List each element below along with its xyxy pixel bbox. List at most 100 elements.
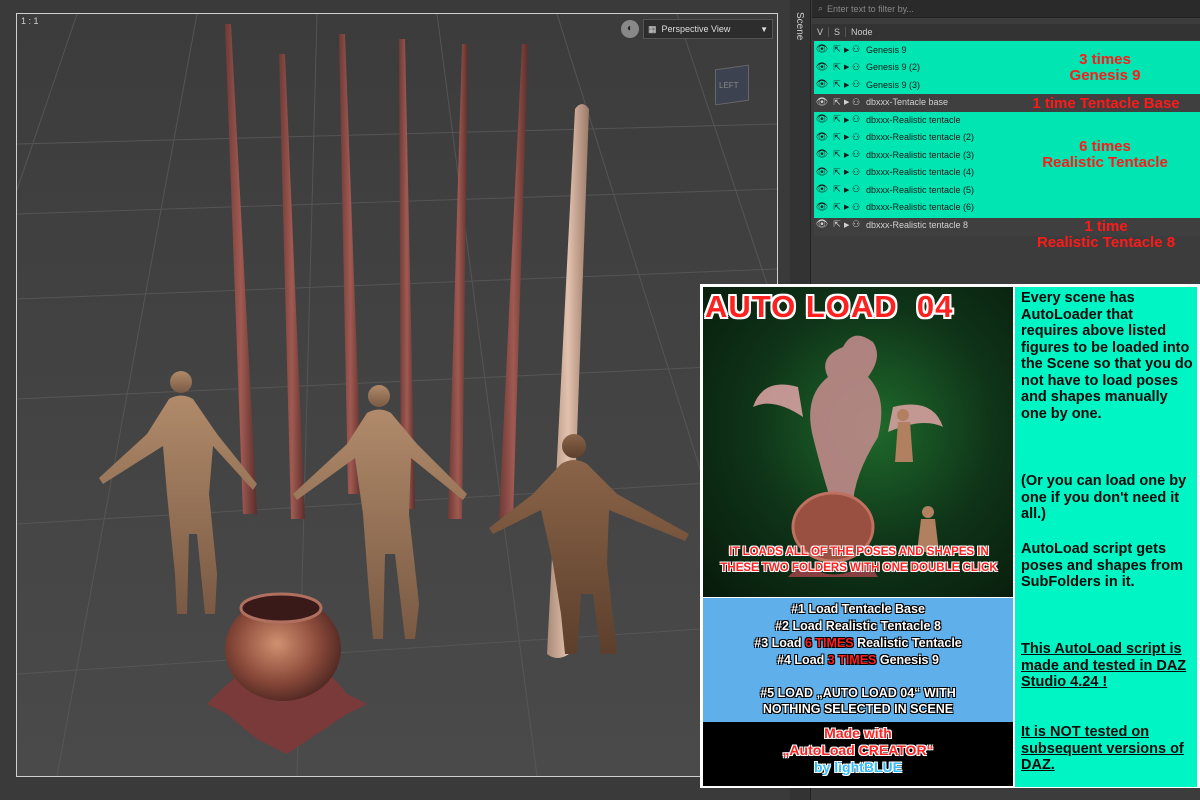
desc-paragraph-2: (Or you can load one by one if you don't… (1021, 473, 1187, 522)
camera-options-icon[interactable]: ◐ (621, 20, 639, 38)
expand-icon[interactable]: ▶ (844, 81, 852, 89)
pointer-icon[interactable]: ⇱ (830, 149, 844, 160)
figure-icon: ⚇ (852, 149, 861, 160)
made-with-product: „AutoLoad CREATOR“ (782, 742, 934, 758)
eye-icon[interactable]: 👁 (814, 184, 830, 195)
expand-icon[interactable]: ▶ (844, 63, 852, 71)
desc-paragraph-3: AutoLoad script gets poses and shapes fr… (1021, 541, 1183, 590)
step-5-line1: #5 LOAD „AUTO LOAD 04“ WITH (760, 686, 956, 700)
figure-icon: ⚇ (852, 184, 861, 195)
expand-icon[interactable]: ▶ (844, 203, 852, 211)
pointer-icon[interactable]: ⇱ (830, 114, 844, 125)
eye-icon[interactable]: 👁 (814, 219, 830, 230)
column-visible[interactable]: V (812, 27, 830, 37)
expand-icon[interactable]: ▶ (844, 98, 852, 106)
eye-icon[interactable]: 👁 (814, 44, 830, 55)
column-node[interactable]: Node (846, 27, 878, 37)
step-5-line2: NOTHING SELECTED IN SCENE (762, 702, 954, 716)
scene-node-label: dbxxx-Realistic tentacle (3) (866, 149, 975, 160)
genesis-figure-3 (489, 434, 689, 654)
annotation-base: 1 time Tentacle Base (1032, 95, 1180, 112)
figure-icon: ⚇ (852, 219, 861, 230)
viewport-ratio: 1 : 1 (21, 16, 39, 26)
filter-field[interactable]: ⌕ Enter text to filter by... (812, 0, 1200, 18)
scene-node-label: dbxxx-Realistic tentacle (5) (866, 184, 975, 195)
pointer-icon[interactable]: ⇱ (830, 62, 844, 73)
scene-node-label: dbxxx-Tentacle base (866, 97, 949, 108)
scene-node-label: dbxxx-Realistic tentacle (866, 114, 961, 125)
eye-icon[interactable]: 👁 (814, 202, 830, 213)
made-with: Made with (824, 725, 892, 741)
expand-icon[interactable]: ▶ (844, 46, 852, 54)
pointer-icon[interactable]: ⇱ (830, 44, 844, 55)
poster-description: Every scene has AutoLoader that requires… (1015, 287, 1197, 787)
scene-node-label: Genesis 9 (2) (866, 62, 921, 73)
viewport-navigation-tools: ↻ ✥ ⌕ ⛶ ⬆ (775, 44, 777, 148)
expand-icon[interactable]: ▶ (844, 168, 852, 176)
desc-paragraph-1: Every scene has AutoLoader that requires… (1021, 290, 1193, 422)
reset-view-icon[interactable]: ⬆ (775, 132, 777, 148)
view-selector-label: Perspective View (661, 24, 731, 34)
annotation-tentacle: 6 times Realistic Tentacle (1042, 138, 1168, 171)
pointer-icon[interactable]: ⇱ (830, 219, 844, 230)
poster-title: AUTO LOAD 04 (705, 289, 954, 324)
scene-node-label: dbxxx-Realistic tentacle (6) (866, 202, 975, 213)
step-4: #4 Load 3 TIMES Genesis 9 (777, 653, 939, 667)
viewport-toolbar: ◐ ▦ Perspective View ▼ (621, 18, 773, 40)
expand-icon[interactable]: ▶ (844, 186, 852, 194)
scene-node-label: Genesis 9 (3) (866, 79, 921, 90)
expand-icon[interactable]: ▶ (844, 221, 852, 229)
filter-input[interactable]: Enter text to filter by... (827, 4, 914, 14)
chevron-down-icon: ▼ (760, 24, 768, 34)
genesis-figure-2 (293, 385, 467, 639)
eye-icon[interactable]: 👁 (814, 62, 830, 73)
figure-icon: ⚇ (852, 44, 861, 55)
view-icon: ▦ (648, 23, 657, 34)
scene-node[interactable]: 👁 ⇱ ▶ ⚇ dbxxx-Realistic tentacle (6) (814, 199, 1200, 217)
step-2: #2 Load Realistic Tentacle 8 (775, 619, 941, 633)
eye-icon[interactable]: 👁 (814, 79, 830, 90)
eye-icon[interactable]: 👁 (814, 132, 830, 143)
expand-icon[interactable]: ▶ (844, 116, 852, 124)
made-by: by lightBLUE (814, 759, 902, 775)
frame-icon[interactable]: ⛶ (775, 110, 777, 126)
poster-credits: Made with „AutoLoad CREATOR“ by lightBLU… (703, 722, 1013, 786)
step-1: #1 Load Tentacle Base (791, 602, 925, 616)
3d-viewport[interactable]: 1 : 1 ◐ ▦ Perspective View ▼ LEFT ↻ ✥ ⌕ … (16, 13, 778, 777)
figure-icon: ⚇ (852, 201, 861, 212)
poster-caption: IT LOADS ALL OF THE POSES AND SHAPES IN … (720, 546, 998, 574)
scene-node[interactable]: 👁 ⇱ ▶ ⚇ dbxxx-Realistic tentacle (5) (814, 181, 1200, 199)
expand-icon[interactable]: ▶ (844, 151, 852, 159)
pointer-icon[interactable]: ⇱ (830, 132, 844, 143)
expand-icon[interactable]: ▶ (844, 133, 852, 141)
floor-grid (17, 14, 777, 776)
figure-icon: ⚇ (852, 166, 861, 177)
scene-node-label: Genesis 9 (866, 44, 907, 55)
eye-icon[interactable]: 👁 (814, 97, 830, 108)
pointer-icon[interactable]: ⇱ (830, 167, 844, 178)
pointer-icon[interactable]: ⇱ (830, 202, 844, 213)
pointer-icon[interactable]: ⇱ (830, 184, 844, 195)
tab-scene-label: Scene (794, 12, 805, 41)
pan-icon[interactable]: ✥ (775, 66, 777, 82)
figure-icon: ⚇ (852, 61, 861, 72)
orbit-icon[interactable]: ↻ (775, 44, 777, 60)
pointer-icon[interactable]: ⇱ (830, 97, 844, 108)
zoom-icon[interactable]: ⌕ (775, 88, 777, 104)
eye-icon[interactable]: 👁 (814, 149, 830, 160)
desc-paragraph-5: It is NOT tested on subsequent versions … (1021, 724, 1184, 773)
eye-icon[interactable]: 👁 (814, 114, 830, 125)
view-selector[interactable]: ▦ Perspective View ▼ (643, 19, 773, 39)
tentacle-base (207, 592, 367, 754)
scene-node-label: dbxxx-Realistic tentacle 8 (866, 219, 969, 230)
scene-node-label: dbxxx-Realistic tentacle (4) (866, 167, 975, 178)
view-cube[interactable]: LEFT (711, 59, 753, 107)
step-3: #3 Load 6 TIMES Realistic Tentacle (754, 636, 962, 650)
pointer-icon[interactable]: ⇱ (830, 79, 844, 90)
eye-icon[interactable]: 👁 (814, 167, 830, 178)
column-selectable[interactable]: S (829, 27, 847, 37)
scene-node[interactable]: 👁 ⇱ ▶ ⚇ dbxxx-Realistic tentacle (814, 111, 1200, 129)
scene-column-headers: V S Node (812, 24, 1200, 40)
figure-icon: ⚇ (852, 96, 861, 107)
filter-search-icon: ⌕ (818, 3, 824, 13)
